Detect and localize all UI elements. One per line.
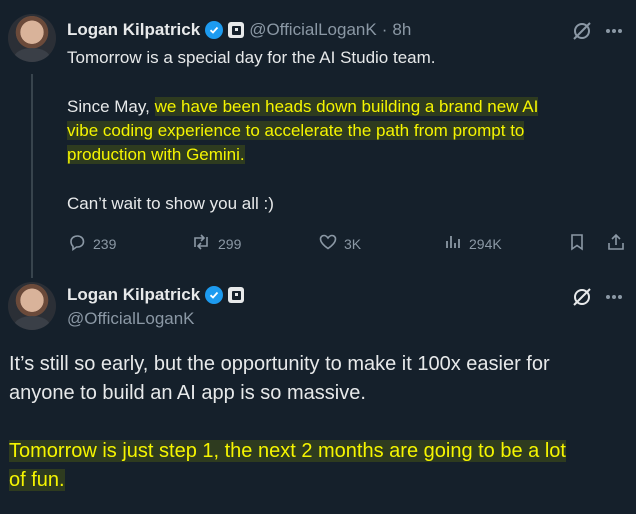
tweet-text-line: Tomorrow is a special day for the AI Stu… [67,48,436,67]
author-name[interactable]: Logan Kilpatrick [67,285,200,305]
like-icon [318,232,338,255]
grok-icon[interactable] [571,20,593,47]
tweet-text-line: It’s still so early, but the opportunity… [9,353,550,375]
tweet-text-line: Since May, we have been heads down build… [67,95,539,119]
tweet-text-line: production with Gemini. [67,143,245,167]
highlighted-text: of fun. [9,469,65,491]
like-button[interactable]: 3K [318,232,361,255]
author-name[interactable]: Logan Kilpatrick [67,20,200,40]
affiliate-badge-icon[interactable] [228,22,245,38]
share-icon [606,232,626,257]
more-icon[interactable] [604,22,624,45]
views-button[interactable]: 294K [443,232,502,255]
text-plain: Since May, [67,97,155,116]
tweet-text-line: of fun. [9,466,65,495]
repost-count: 299 [218,235,242,252]
tweet-text-line: Can’t wait to show you all :) [67,194,274,213]
highlighted-text: vibe coding experience to accelerate the… [67,121,525,140]
repost-icon [190,232,212,255]
affiliate-badge-icon[interactable] [228,287,245,303]
tweet-header: Logan Kilpatrick @OfficialLoganK · 8h [67,20,411,40]
highlighted-text: production with Gemini. [67,145,245,164]
like-count: 3K [344,235,362,252]
tweet-text-line: Tomorrow is just step 1, the next 2 mont… [9,437,566,466]
repost-button[interactable]: 299 [190,232,241,255]
highlighted-text: we have been heads down building a brand… [154,97,539,116]
grok-icon[interactable] [571,286,593,313]
bookmark-icon [567,232,587,257]
separator-dot: · [381,20,388,39]
tweet-timestamp[interactable]: 8h [392,20,411,40]
highlighted-text: Tomorrow is just step 1, the next 2 mont… [9,440,566,462]
reply-icon [67,232,87,255]
avatar[interactable] [8,282,56,330]
more-icon[interactable] [604,288,624,311]
reply-count: 239 [93,235,117,252]
views-icon [443,232,463,255]
tweet-text-line: anyone to build an AI app is so massive. [9,382,366,404]
thread-connector-line [31,74,33,278]
bookmark-button[interactable] [567,232,587,257]
avatar[interactable] [8,14,56,62]
verified-badge-icon[interactable] [205,21,224,39]
share-button[interactable] [606,232,626,257]
tweet-text-line: vibe coding experience to accelerate the… [67,119,525,143]
verified-badge-icon[interactable] [205,286,224,304]
author-handle[interactable]: @OfficialLoganK [67,309,195,329]
reply-button[interactable]: 239 [67,232,116,255]
tweet-header: Logan Kilpatrick [67,285,245,305]
author-handle[interactable]: @OfficialLoganK [249,20,377,40]
views-count: 294K [469,235,502,252]
